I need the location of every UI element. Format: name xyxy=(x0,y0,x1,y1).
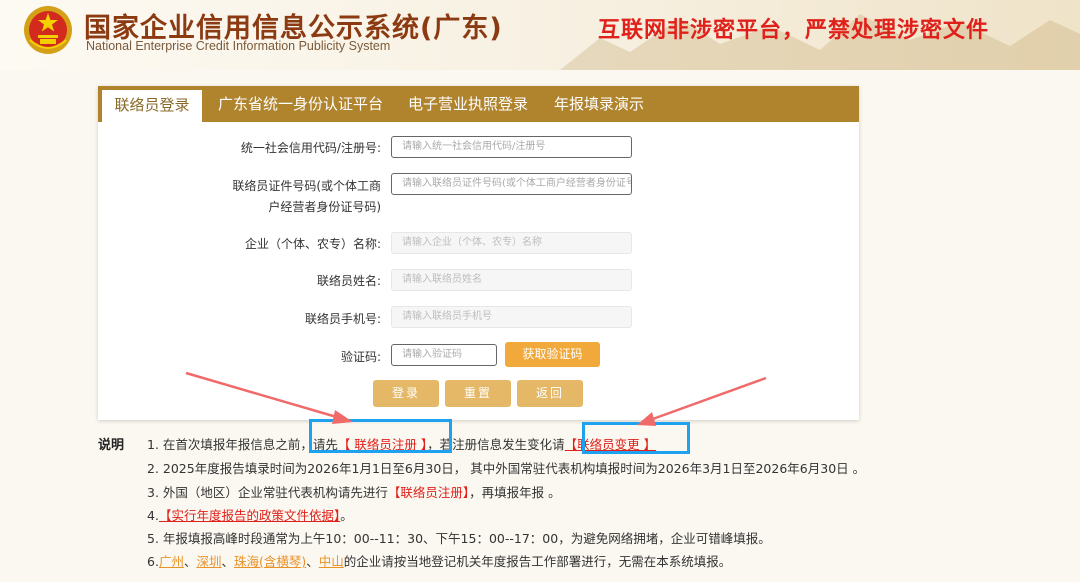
contact-phone-label: 联络员手机号: xyxy=(304,312,381,326)
tab-contact-login[interactable]: 联络员登录 xyxy=(102,90,202,122)
get-code-button[interactable]: 获取验证码 xyxy=(505,342,600,367)
note-6: 6.广州、深圳、珠海(含横琴)、中山的企业请按当地登记机关年度报告工作部署进行，… xyxy=(147,551,731,570)
tab-annual-report-demo[interactable]: 年报填录演示 xyxy=(554,86,644,122)
company-name-label: 企业（个体、农专）名称: xyxy=(244,237,381,251)
company-name-input[interactable]: 请输入企业（个体、农专）名称 xyxy=(391,232,632,254)
credit-code-label: 统一社会信用代码/注册号: xyxy=(240,141,381,155)
id-number-label-line2: 户经营者身份证号码) xyxy=(268,200,381,214)
id-number-input[interactable]: 请输入联络员证件号码(或个体工商户经营者身份证号码) xyxy=(391,173,632,195)
national-emblem-icon xyxy=(24,6,72,54)
contact-name-input[interactable]: 请输入联络员姓名 xyxy=(391,269,632,291)
note-3-prefix: 3. 外国（地区）企业常驻代表机构请先进行 xyxy=(147,485,388,500)
credit-code-input[interactable]: 请输入统一社会信用代码/注册号 xyxy=(391,136,632,158)
city-link-shenzhen[interactable]: 深圳 xyxy=(196,554,221,569)
city-link-zhuhai[interactable]: 珠海(含横琴) xyxy=(234,554,306,569)
foreign-register-link[interactable]: 【联络员注册】 xyxy=(388,485,469,500)
note-4-suffix: 。 xyxy=(340,508,353,523)
captcha-label: 验证码: xyxy=(340,350,381,364)
note-2: 2. 2025年度报告填录时间为2026年1月1日至6月30日， 其中外国常驻代… xyxy=(147,461,866,476)
city-link-guangzhou[interactable]: 广州 xyxy=(159,554,184,569)
tab-guangdong-unified-auth[interactable]: 广东省统一身份认证平台 xyxy=(218,86,383,122)
captcha-input[interactable]: 请输入验证码 xyxy=(391,344,497,366)
note-6-prefix: 6. xyxy=(147,554,159,569)
separator: 、 xyxy=(221,554,234,569)
tab-e-license-login[interactable]: 电子营业执照登录 xyxy=(408,86,528,122)
policy-basis-link[interactable]: 【实行年度报告的政策文件依据】 xyxy=(159,508,340,523)
login-button[interactable]: 登录 xyxy=(373,380,439,407)
highlight-box-register xyxy=(309,419,452,453)
login-panel: 联络员登录 广东省统一身份认证平台 电子营业执照登录 年报填录演示 统一社会信用… xyxy=(98,86,859,420)
note-3-suffix: ，再填报年报 。 xyxy=(469,485,561,500)
separator: 、 xyxy=(183,554,197,569)
contact-name-label: 联络员姓名: xyxy=(316,274,381,288)
reset-button[interactable]: 重置 xyxy=(445,380,511,407)
city-link-zhongshan[interactable]: 中山 xyxy=(319,554,344,569)
site-header: 国家企业信用信息公示系统(广东) National Enterprise Cre… xyxy=(0,0,1080,70)
note-4-prefix: 4. xyxy=(147,508,159,523)
note-4: 4.【实行年度报告的政策文件依据】。 xyxy=(147,505,353,524)
security-warning: 互联网非涉密平台，严禁处理涉密文件 xyxy=(598,18,990,43)
tab-bar: 联络员登录 广东省统一身份认证平台 电子营业执照登录 年报填录演示 xyxy=(98,86,859,122)
highlight-box-change xyxy=(582,422,690,454)
id-number-label-line1: 联络员证件号码(或个体工商 xyxy=(232,179,381,193)
contact-phone-input[interactable]: 请输入联络员手机号 xyxy=(391,306,632,328)
separator: 、 xyxy=(306,554,319,569)
note-3: 3. 外国（地区）企业常驻代表机构请先进行【联络员注册】，再填报年报 。 xyxy=(147,482,561,501)
note-6-suffix: 的企业请按当地登记机关年度报告工作部署进行，无需在本系统填报。 xyxy=(343,554,732,569)
note-5: 5. 年报填报高峰时段通常为上午10：00--11：30、下午15：00--17… xyxy=(147,531,771,546)
notes-title: 说明 xyxy=(98,438,125,453)
site-subtitle: National Enterprise Credit Information P… xyxy=(86,39,391,53)
back-button[interactable]: 返回 xyxy=(517,380,583,407)
